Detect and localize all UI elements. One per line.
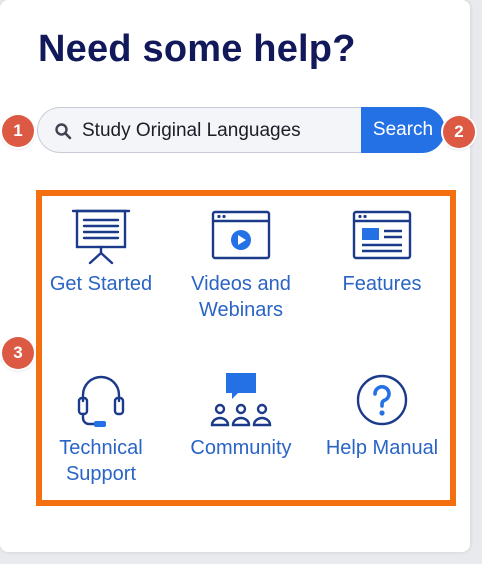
help-card: Need some help? Study Original Languages… — [0, 0, 470, 552]
tile-features[interactable]: Features — [320, 207, 444, 297]
search-input-value: Study Original Languages — [82, 120, 301, 141]
tile-label: Help Manual — [325, 437, 439, 459]
annotation-marker-1: 1 — [2, 115, 34, 147]
search-bar: Study Original Languages Search — [37, 107, 445, 155]
tile-label: Get Started — [49, 273, 153, 295]
tile-technical-support[interactable]: Technical Support — [40, 371, 162, 487]
page-title: Need some help? — [38, 28, 356, 70]
tile-label: Community — [190, 437, 292, 459]
presentation-board-icon — [71, 209, 131, 265]
tile-label: Videos and Webinars — [191, 273, 291, 321]
search-input[interactable]: Study Original Languages — [37, 107, 363, 153]
tile-get-started[interactable]: Get Started — [40, 207, 162, 297]
question-circle-icon — [356, 374, 408, 426]
annotation-marker-2: 2 — [443, 116, 475, 148]
annotation-marker-3: 3 — [2, 337, 34, 369]
video-player-icon — [211, 210, 271, 260]
headset-icon — [77, 375, 125, 427]
search-button[interactable]: Search — [361, 107, 445, 153]
community-chat-icon — [210, 373, 272, 427]
tile-videos-webinars[interactable]: Videos and Webinars — [178, 207, 304, 323]
tile-community[interactable]: Community — [180, 371, 302, 461]
tile-help-manual[interactable]: Help Manual — [318, 371, 446, 461]
tile-label: Features — [342, 273, 422, 295]
search-icon — [55, 123, 72, 140]
tile-label: Technical Support — [59, 437, 143, 485]
browser-window-icon — [352, 210, 412, 260]
